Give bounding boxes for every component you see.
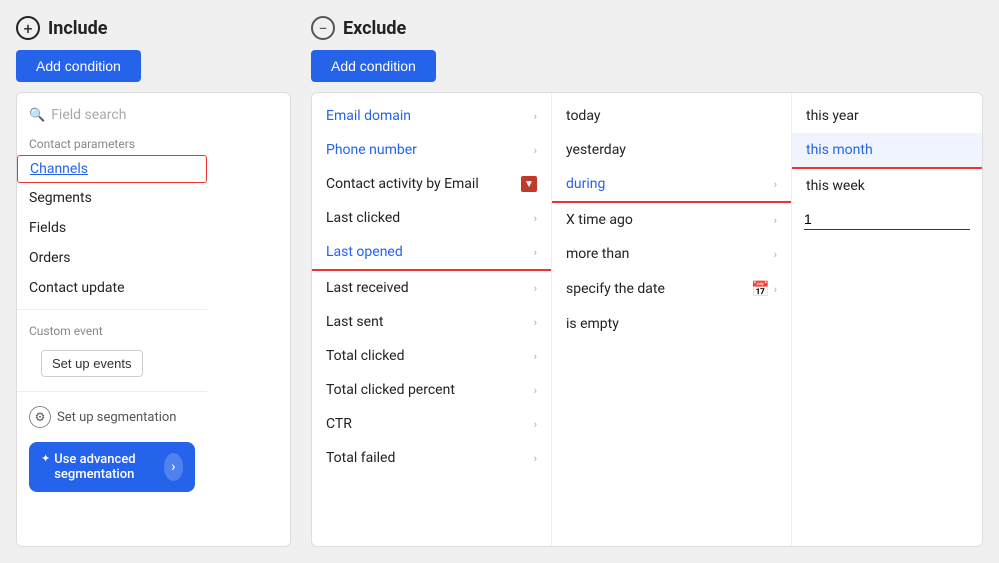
exclude-header: − Exclude	[311, 16, 983, 40]
custom-event-label: Custom event	[17, 316, 207, 342]
field-last-opened[interactable]: Last opened ›	[312, 235, 551, 271]
sidebar-item-contact-update[interactable]: Contact update	[17, 273, 207, 303]
chevron-icon: ›	[534, 144, 537, 157]
field-contact-activity-email[interactable]: Contact activity by Email ▼	[312, 167, 551, 201]
gear-icon: ⚙	[29, 406, 51, 428]
field-last-sent[interactable]: Last sent ›	[312, 305, 551, 339]
chevron-icon: ›	[774, 178, 777, 191]
setup-segmentation-row[interactable]: ⚙ Set up segmentation	[17, 398, 207, 436]
search-icon: 🔍	[29, 108, 45, 123]
exclude-dropdown: Email domain › Phone number › Contact ac…	[311, 92, 983, 547]
field-last-received[interactable]: Last received ›	[312, 271, 551, 305]
include-icon: +	[16, 16, 40, 40]
field-phone-number[interactable]: Phone number ›	[312, 133, 551, 167]
sidebar-divider	[17, 309, 207, 310]
chevron-icon: ›	[534, 316, 537, 329]
include-header: + Include	[16, 16, 291, 40]
exclude-icon: −	[311, 16, 335, 40]
error-icon: ▼	[521, 176, 537, 192]
include-add-condition-button[interactable]: Add condition	[16, 50, 141, 82]
exclude-panel: − Exclude Add condition Email domain › P…	[311, 16, 983, 547]
chevron-icon: ›	[534, 452, 537, 465]
value-this-month[interactable]: this month	[792, 133, 982, 169]
setup-segmentation-label: Set up segmentation	[57, 410, 177, 425]
sidebar-divider-2	[17, 391, 207, 392]
exclude-add-condition-button[interactable]: Add condition	[311, 50, 436, 82]
chevron-icon: ›	[534, 418, 537, 431]
sidebar-item-segments[interactable]: Segments	[17, 183, 207, 213]
sidebar-item-fields[interactable]: Fields	[17, 213, 207, 243]
calendar-icon: 📅	[751, 280, 770, 298]
setup-events-button[interactable]: Set up events	[41, 350, 143, 377]
option-today[interactable]: today	[552, 99, 791, 133]
sidebar-item-orders[interactable]: Orders	[17, 243, 207, 273]
include-sidebar: 🔍 Field search Contact parameters Channe…	[17, 93, 207, 546]
values-column: this year this month this week	[792, 93, 982, 546]
include-dropdown: 🔍 Field search Contact parameters Channe…	[16, 92, 291, 547]
value-input[interactable]	[804, 209, 970, 230]
include-title: Include	[48, 18, 107, 39]
chevron-icon: ›	[534, 384, 537, 397]
chevron-icon: ›	[534, 212, 537, 225]
field-total-failed[interactable]: Total failed ›	[312, 441, 551, 475]
option-yesterday[interactable]: yesterday	[552, 133, 791, 167]
field-search-label: Field search	[51, 107, 126, 123]
advanced-segmentation-button[interactable]: ✦ Use advanced segmentation ›	[29, 442, 195, 492]
field-ctr[interactable]: CTR ›	[312, 407, 551, 441]
field-total-clicked[interactable]: Total clicked ›	[312, 339, 551, 373]
advanced-seg-label: Use advanced segmentation	[54, 452, 163, 482]
chevron-icon: ›	[774, 283, 777, 296]
option-is-empty[interactable]: is empty	[552, 307, 791, 341]
contact-params-label: Contact parameters	[17, 129, 207, 155]
option-x-time-ago[interactable]: X time ago ›	[552, 203, 791, 237]
include-panel: + Include Add condition 🔍 Field search C…	[16, 16, 291, 547]
sidebar-item-channels[interactable]: Channels	[17, 155, 207, 183]
option-specify-date[interactable]: specify the date 📅 ›	[552, 271, 791, 307]
option-during[interactable]: during ›	[552, 167, 791, 203]
exclude-title: Exclude	[343, 18, 406, 39]
chevron-icon: ›	[534, 350, 537, 363]
chevron-icon: ›	[774, 214, 777, 227]
options-column: today yesterday during › X time ago › mo…	[552, 93, 792, 546]
value-this-week[interactable]: this week	[792, 169, 982, 203]
field-total-clicked-percent[interactable]: Total clicked percent ›	[312, 373, 551, 407]
field-last-clicked[interactable]: Last clicked ›	[312, 201, 551, 235]
option-more-than[interactable]: more than ›	[552, 237, 791, 271]
chevron-icon: ›	[534, 246, 537, 259]
arrow-circle-icon: ›	[164, 453, 183, 481]
value-this-year[interactable]: this year	[792, 99, 982, 133]
fields-column: Email domain › Phone number › Contact ac…	[312, 93, 552, 546]
star-icon: ✦	[41, 452, 50, 465]
chevron-icon: ›	[534, 282, 537, 295]
field-email-domain[interactable]: Email domain ›	[312, 99, 551, 133]
field-search-row[interactable]: 🔍 Field search	[17, 101, 207, 129]
chevron-icon: ›	[534, 110, 537, 123]
chevron-icon: ›	[774, 248, 777, 261]
